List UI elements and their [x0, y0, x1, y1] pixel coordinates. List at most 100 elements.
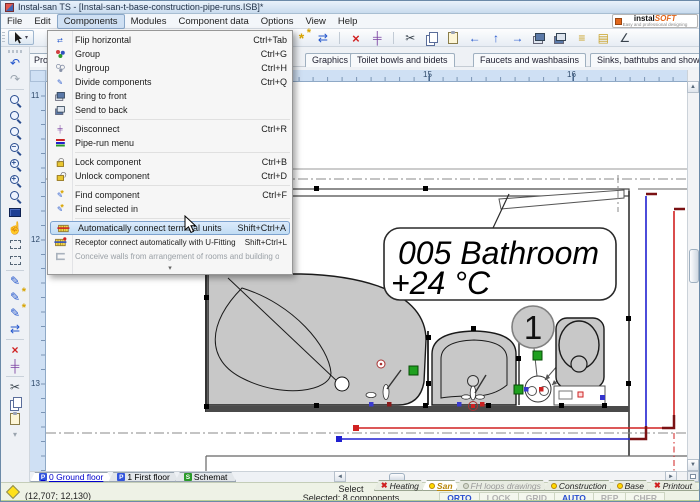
- menu-component-data[interactable]: Component data: [172, 15, 254, 28]
- flip-horizontal-icon[interactable]: ⇄: [5, 321, 25, 337]
- more-tools-icon[interactable]: ▾: [5, 427, 25, 443]
- menu-help[interactable]: Help: [332, 15, 364, 28]
- paste-icon[interactable]: [445, 30, 462, 46]
- toggle-chfr[interactable]: CHFR: [626, 493, 664, 502]
- zoom-window-icon[interactable]: [5, 108, 25, 124]
- menu-item-group[interactable]: GroupCtrl+G: [48, 47, 292, 61]
- plan-icon: P: [39, 473, 47, 481]
- menu-item-bring-to-front[interactable]: Bring to front: [48, 89, 292, 103]
- menu-item-find-component[interactable]: ✎ Find componentCtrl+F: [48, 188, 292, 202]
- find-selected-icon: ✎: [50, 205, 69, 214]
- menu-file[interactable]: File: [1, 15, 28, 28]
- move-left-icon[interactable]: ←: [466, 30, 483, 46]
- menu-options[interactable]: Options: [255, 15, 300, 28]
- move-right-icon[interactable]: →: [509, 30, 526, 46]
- zoom-in-icon[interactable]: +: [5, 156, 25, 172]
- menu-edit[interactable]: Edit: [28, 15, 56, 28]
- zoom-extents-icon[interactable]: +: [5, 172, 25, 188]
- status-bar: (12,707; 12,130) Select Selected: 8 comp…: [1, 482, 700, 502]
- tab-toilet-bowls[interactable]: Toilet bowls and bidets: [350, 53, 455, 67]
- vertical-scrollbar[interactable]: ▲ ▼: [687, 70, 699, 471]
- cut-icon[interactable]: ✂: [402, 30, 419, 46]
- bring-to-front-icon[interactable]: [530, 30, 547, 46]
- menu-item-disconnect[interactable]: ╪ DisconnectCtrl+R: [48, 122, 292, 136]
- layer-tab-base[interactable]: Base: [610, 480, 651, 491]
- send-to-back-icon[interactable]: [552, 30, 569, 46]
- tab-graphics[interactable]: Graphics: [305, 53, 355, 67]
- scroll-left-button[interactable]: ◄: [334, 471, 346, 482]
- full-screen-icon[interactable]: [5, 204, 25, 220]
- toggle-rep[interactable]: REP: [594, 493, 626, 502]
- tab-sinks[interactable]: Sinks, bathtubs and showers: [590, 53, 700, 67]
- menu-scroll-more[interactable]: ▾: [48, 263, 292, 272]
- cut-icon[interactable]: ✂: [5, 379, 25, 395]
- zoom-out-icon[interactable]: −: [5, 140, 25, 156]
- redo-icon[interactable]: ↷: [5, 71, 25, 87]
- layer-tab-construction[interactable]: Construction: [544, 480, 614, 491]
- caret-down-icon: ▾: [25, 34, 28, 41]
- copy-icon[interactable]: [5, 395, 25, 411]
- undo-icon[interactable]: ↶: [5, 55, 25, 71]
- unlock-icon: [50, 171, 69, 181]
- tab-faucets[interactable]: Faucets and washbasins: [473, 53, 586, 67]
- menu-item-divide-components[interactable]: ✎ Divide componentsCtrl+Q: [48, 75, 292, 89]
- zoom-icon[interactable]: [5, 92, 25, 108]
- sheet-tab-ground-floor[interactable]: P 0 Ground floor: [30, 472, 112, 482]
- disconnect-icon[interactable]: ╪: [5, 358, 25, 374]
- toggle-grid[interactable]: GRID: [519, 493, 555, 502]
- menu-item-send-to-back[interactable]: Send to back: [48, 103, 292, 117]
- room-label[interactable]: 005 Bathroom +24 °C: [384, 194, 616, 301]
- zoom-selected-icon[interactable]: [5, 188, 25, 204]
- toolbar-grip[interactable]: [2, 32, 5, 44]
- select-rect-icon[interactable]: [5, 236, 25, 252]
- snap-diamond-icon: [6, 485, 20, 499]
- title-bar[interactable]: Instal-san TS - [Instal-san-t-base-const…: [1, 1, 700, 14]
- menu-item-unlock-component[interactable]: Unlock componentCtrl+D: [48, 169, 292, 183]
- toggle-orto[interactable]: ORTO: [440, 493, 479, 502]
- ruler-number: 13: [31, 379, 40, 388]
- room-marker[interactable]: 1: [512, 306, 554, 348]
- instalsoft-logo-icon: [615, 18, 622, 25]
- paste-icon[interactable]: [5, 411, 25, 427]
- pan-icon[interactable]: ☝: [5, 220, 25, 236]
- sheet-tab-schemat[interactable]: S Schemat: [175, 472, 237, 482]
- select-tool-button[interactable]: ▾: [8, 30, 34, 45]
- find-selected-icon[interactable]: *: [293, 30, 310, 46]
- panel-grip[interactable]: [8, 50, 22, 53]
- menu-item-pipe-run-menu[interactable]: Pipe-run menu: [48, 136, 292, 150]
- menu-item-flip-horizontal[interactable]: ⇄ Flip horizontalCtrl+Tab: [48, 33, 292, 47]
- disconnect-icon[interactable]: ╪: [369, 30, 386, 46]
- scroll-down-button[interactable]: ▼: [687, 459, 699, 471]
- move-up-icon[interactable]: ↑: [488, 30, 505, 46]
- menu-components[interactable]: Components: [57, 14, 125, 29]
- menu-item-receptor-connect[interactable]: Receptor connect automatically with U-Fi…: [48, 235, 292, 249]
- menu-item-find-selected-in[interactable]: ✎ Find selected in: [48, 202, 292, 216]
- flatten-icon[interactable]: ▤: [595, 30, 612, 46]
- layers-icon[interactable]: ≡: [573, 30, 590, 46]
- menu-modules[interactable]: Modules: [125, 15, 173, 28]
- delete-icon[interactable]: ×: [5, 342, 25, 358]
- flip-horizontal-icon[interactable]: ⇄: [314, 30, 331, 46]
- pipe-fittings: [630, 194, 685, 439]
- scroll-up-button[interactable]: ▲: [687, 81, 699, 93]
- copy-icon[interactable]: [423, 30, 440, 46]
- layer-tab-printout[interactable]: ✖ Printout: [647, 480, 699, 491]
- delete-icon[interactable]: ×: [347, 30, 364, 46]
- menu-item-ungroup[interactable]: UngroupCtrl+H: [48, 61, 292, 75]
- zoom-dynamic-icon[interactable]: [5, 124, 25, 140]
- vertical-scroll-thumb[interactable]: [689, 249, 699, 283]
- menu-item-auto-connect-terminal-units[interactable]: Automatically connect terminal unitsShif…: [50, 221, 290, 235]
- toilet[interactable]: [554, 318, 605, 405]
- toggle-lock[interactable]: LOCK: [480, 493, 519, 502]
- menu-view[interactable]: View: [299, 15, 331, 28]
- polyline-icon[interactable]: ∠: [616, 30, 633, 46]
- select-add-icon[interactable]: [5, 252, 25, 268]
- menu-item-lock-component[interactable]: Lock componentCtrl+B: [48, 155, 292, 169]
- layer-tab-heating[interactable]: ✖ Heating: [374, 480, 426, 491]
- toggle-auto[interactable]: AUTO: [555, 493, 594, 502]
- sheet-tab-first-floor[interactable]: P 1 First floor: [108, 472, 179, 482]
- layer-tab-fh-loops[interactable]: FH loops drawings: [456, 480, 548, 491]
- layer-tab-san[interactable]: San: [422, 480, 460, 491]
- find-selected-in-icon[interactable]: ✎: [5, 305, 25, 321]
- washbasin[interactable]: [432, 331, 516, 411]
